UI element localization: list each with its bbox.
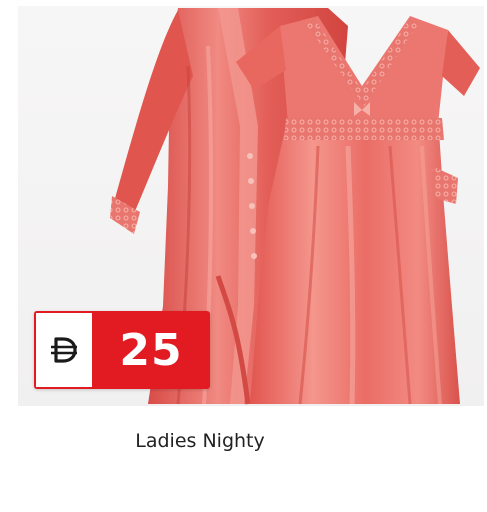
price-badge: 25: [34, 311, 210, 389]
price-amount: 25: [92, 311, 210, 389]
gown-garment: [236, 16, 480, 405]
product-card[interactable]: 25 Ladies Nighty: [0, 0, 487, 512]
dirham-currency-icon: [51, 337, 77, 363]
product-title[interactable]: Ladies Nighty: [0, 430, 400, 452]
currency-symbol: [34, 311, 92, 389]
